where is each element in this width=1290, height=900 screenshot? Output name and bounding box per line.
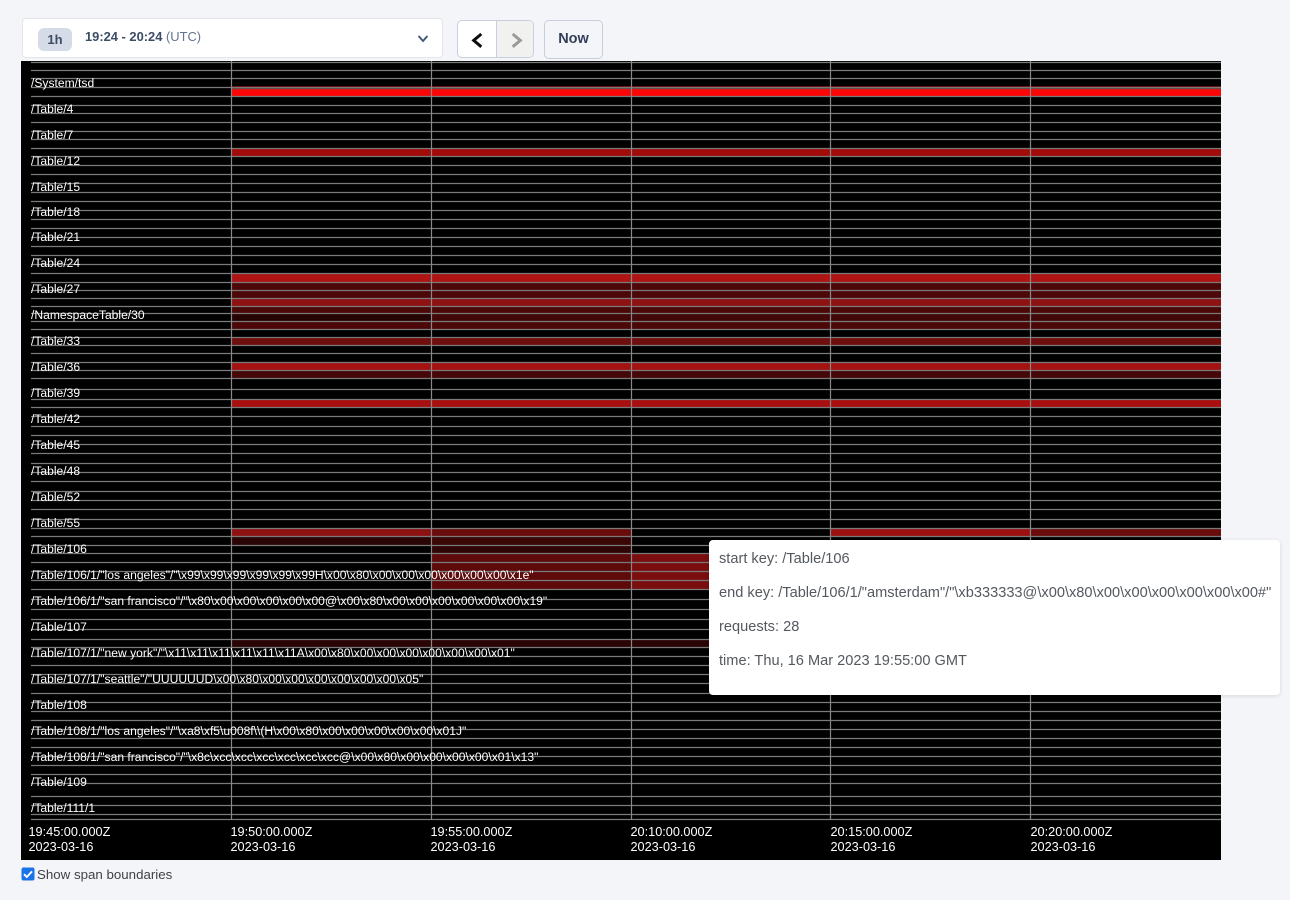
svg-text:/Table/12: /Table/12: [31, 154, 80, 168]
svg-text:/Table/107/1/"new york"/"\x11\: /Table/107/1/"new york"/"\x11\x11\x11\x1…: [31, 646, 515, 660]
svg-text:/Table/108/1/"los angeles"/"\x: /Table/108/1/"los angeles"/"\xa8\xf5\u00…: [31, 724, 466, 738]
svg-text:2023-03-16: 2023-03-16: [231, 840, 296, 854]
svg-text:/Table/36: /Table/36: [31, 360, 80, 374]
svg-text:/Table/45: /Table/45: [31, 438, 80, 452]
svg-text:/Table/55: /Table/55: [31, 516, 80, 530]
svg-text:19:50:00.000Z: 19:50:00.000Z: [231, 825, 313, 839]
svg-text:/Table/7: /Table/7: [31, 128, 74, 142]
svg-text:/Table/52: /Table/52: [31, 490, 80, 504]
svg-text:/Table/48: /Table/48: [31, 464, 80, 478]
svg-text:/Table/33: /Table/33: [31, 334, 80, 348]
svg-text:/NamespaceTable/30: /NamespaceTable/30: [31, 308, 145, 322]
svg-text:/Table/21: /Table/21: [31, 230, 80, 244]
svg-text:/Table/111/1: /Table/111/1: [31, 801, 95, 815]
svg-text:20:10:00.000Z: 20:10:00.000Z: [631, 825, 713, 839]
svg-text:19:45:00.000Z: 19:45:00.000Z: [29, 825, 111, 839]
svg-text:/System/tsd: /System/tsd: [31, 76, 94, 90]
svg-text:20:20:00.000Z: 20:20:00.000Z: [1031, 825, 1113, 839]
svg-text:2023-03-16: 2023-03-16: [29, 840, 94, 854]
svg-text:/Table/106: /Table/106: [31, 542, 87, 556]
svg-text:/Table/18: /Table/18: [31, 205, 80, 219]
svg-text:/Table/107/1/"seattle"/"UUUUUU: /Table/107/1/"seattle"/"UUUUUUD\x00\x80\…: [31, 672, 423, 686]
svg-text:2023-03-16: 2023-03-16: [831, 840, 896, 854]
svg-text:/Table/108: /Table/108: [31, 698, 87, 712]
svg-text:2023-03-16: 2023-03-16: [631, 840, 696, 854]
svg-text:19:55:00.000Z: 19:55:00.000Z: [431, 825, 513, 839]
svg-text:/Table/42: /Table/42: [31, 412, 80, 426]
svg-text:/Table/4: /Table/4: [31, 102, 74, 116]
svg-text:/Table/27: /Table/27: [31, 282, 80, 296]
svg-text:/Table/108/1/"san francisco"/": /Table/108/1/"san francisco"/"\x8c\xcc\x…: [31, 750, 538, 764]
svg-text:/Table/106/1/"los angeles"/"\x: /Table/106/1/"los angeles"/"\x99\x99\x99…: [31, 568, 534, 582]
svg-text:2023-03-16: 2023-03-16: [1031, 840, 1096, 854]
svg-text:/Table/15: /Table/15: [31, 180, 80, 194]
svg-text:20:15:00.000Z: 20:15:00.000Z: [831, 825, 913, 839]
svg-text:2023-03-16: 2023-03-16: [431, 840, 496, 854]
svg-text:/Table/109: /Table/109: [31, 775, 87, 789]
svg-text:/Table/106/1/"san francisco"/": /Table/106/1/"san francisco"/"\x80\x00\x…: [31, 594, 547, 608]
svg-text:/Table/39: /Table/39: [31, 386, 80, 400]
svg-text:/Table/24: /Table/24: [31, 256, 80, 270]
svg-text:/Table/107: /Table/107: [31, 620, 87, 634]
